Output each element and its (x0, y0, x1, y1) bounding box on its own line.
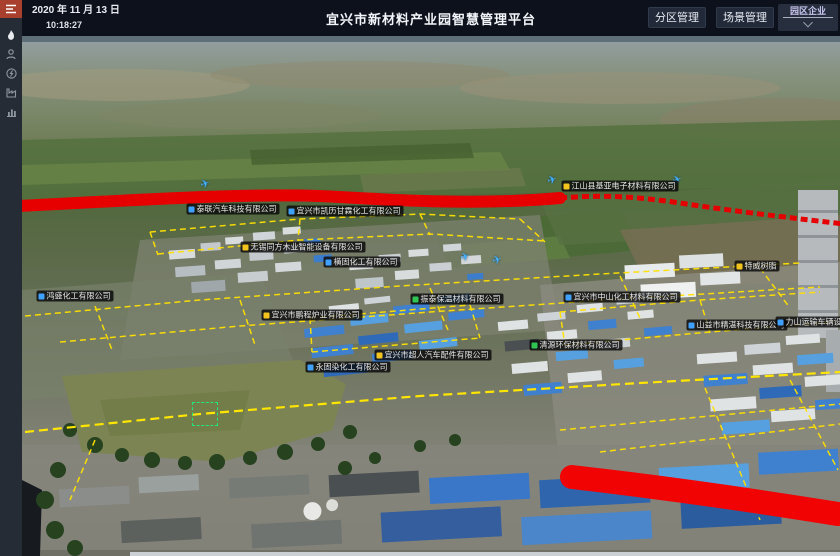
zone-management-button[interactable]: 分区管理 (648, 7, 706, 28)
company-marker-icon (308, 364, 314, 370)
company-marker-icon (39, 293, 45, 299)
company-label-text: 宜兴市中山化工材料有限公司 (574, 292, 678, 303)
flame-icon (6, 30, 16, 42)
company-label[interactable]: 力山运输车辆设备公司 (776, 317, 840, 328)
company-label[interactable]: 无锡同方木业智能设备有限公司 (241, 242, 366, 253)
company-label-text: 山益市精湛科技有限公司 (697, 320, 785, 331)
sidebar-item-user[interactable] (0, 45, 22, 64)
company-label[interactable]: 鸿盛化工有限公司 (37, 291, 114, 302)
company-label[interactable]: 江山县基亚电子材料有限公司 (562, 181, 679, 192)
company-label-text: 泰联汽车科技有限公司 (197, 204, 277, 215)
dropdown-label: 园区企业 (783, 4, 833, 18)
company-marker-icon (264, 312, 270, 318)
company-label-text: 永固染化工有限公司 (316, 362, 388, 373)
company-label[interactable]: 宜兴市超人汽车配件有限公司 (375, 350, 492, 361)
company-label-text: 江山县基亚电子材料有限公司 (572, 181, 676, 192)
company-label-text: 振泰保温材料有限公司 (421, 294, 501, 305)
company-marker-icon (737, 263, 743, 269)
company-label-text: 无锡同方木业智能设备有限公司 (251, 242, 363, 253)
company-label[interactable]: 宜兴市中山化工材料有限公司 (564, 292, 681, 303)
company-label[interactable]: 振泰保温材料有限公司 (411, 294, 504, 305)
smart-park-platform: 泰联汽车科技有限公司 宜兴市凯历甘霖化工有限公司无锡同方木业智能设备有限公司横固化… (0, 0, 840, 556)
company-marker-icon (326, 259, 332, 265)
company-label-text: 宜兴市凯历甘霖化工有限公司 (297, 206, 401, 217)
sidebar-item-power[interactable] (0, 64, 22, 83)
company-marker-icon (243, 244, 249, 250)
user-icon (6, 49, 16, 60)
factory-icon (6, 88, 17, 98)
company-label[interactable]: 山益市精湛科技有限公司 (687, 320, 788, 331)
company-label[interactable]: 宜兴市凯历甘霖化工有限公司 (287, 206, 404, 217)
company-label-text: 宜兴市超人汽车配件有限公司 (385, 350, 489, 361)
company-marker-icon (413, 296, 419, 302)
scene-management-button[interactable]: 场景管理 (716, 7, 774, 28)
company-label[interactable]: 泰联汽车科技有限公司 (187, 204, 280, 215)
company-marker-icon (564, 183, 570, 189)
company-marker-icon (377, 352, 383, 358)
company-label-text: 特威树脂 (745, 261, 777, 272)
company-marker-icon (566, 294, 572, 300)
company-label-text: 横固化工有限公司 (334, 257, 398, 268)
company-label[interactable]: 特威树脂 (735, 261, 780, 272)
company-label-text: 宜兴市鹏程炉业有限公司 (272, 310, 360, 321)
sidebar-item-statistics[interactable] (0, 102, 22, 121)
company-label[interactable]: 清源环保材料有限公司 (530, 340, 623, 351)
chevron-down-icon (803, 18, 813, 28)
park-enterprise-dropdown[interactable]: 园区企业 (778, 4, 838, 31)
bar-chart-icon (6, 107, 17, 117)
company-marker-icon (532, 342, 538, 348)
company-label-text: 力山运输车辆设备公司 (786, 317, 840, 328)
bottom-edge-strip (130, 552, 840, 556)
company-label[interactable]: 永固染化工有限公司 (306, 362, 391, 373)
power-icon (6, 68, 17, 79)
company-label[interactable]: 横固化工有限公司 (324, 257, 401, 268)
company-label-text: 清源环保材料有限公司 (540, 340, 620, 351)
selection-box[interactable] (192, 402, 218, 426)
company-label-text: 鸿盛化工有限公司 (47, 291, 111, 302)
company-marker-icon (689, 322, 695, 328)
company-marker-icon (189, 206, 195, 212)
menu-button[interactable] (0, 0, 22, 18)
left-sidebar (0, 0, 22, 556)
menu-icon (5, 4, 17, 14)
company-label[interactable]: 宜兴市鹏程炉业有限公司 (262, 310, 363, 321)
top-bar: 2020 年 11 月 13 日 10:18:27 宜兴市新材料产业园智慧管理平… (22, 0, 840, 36)
sidebar-item-fire[interactable] (0, 26, 22, 45)
sidebar-item-factory[interactable] (0, 83, 22, 102)
company-marker-icon (289, 208, 295, 214)
map-3d-scene[interactable] (0, 0, 840, 556)
company-marker-icon (778, 319, 784, 325)
